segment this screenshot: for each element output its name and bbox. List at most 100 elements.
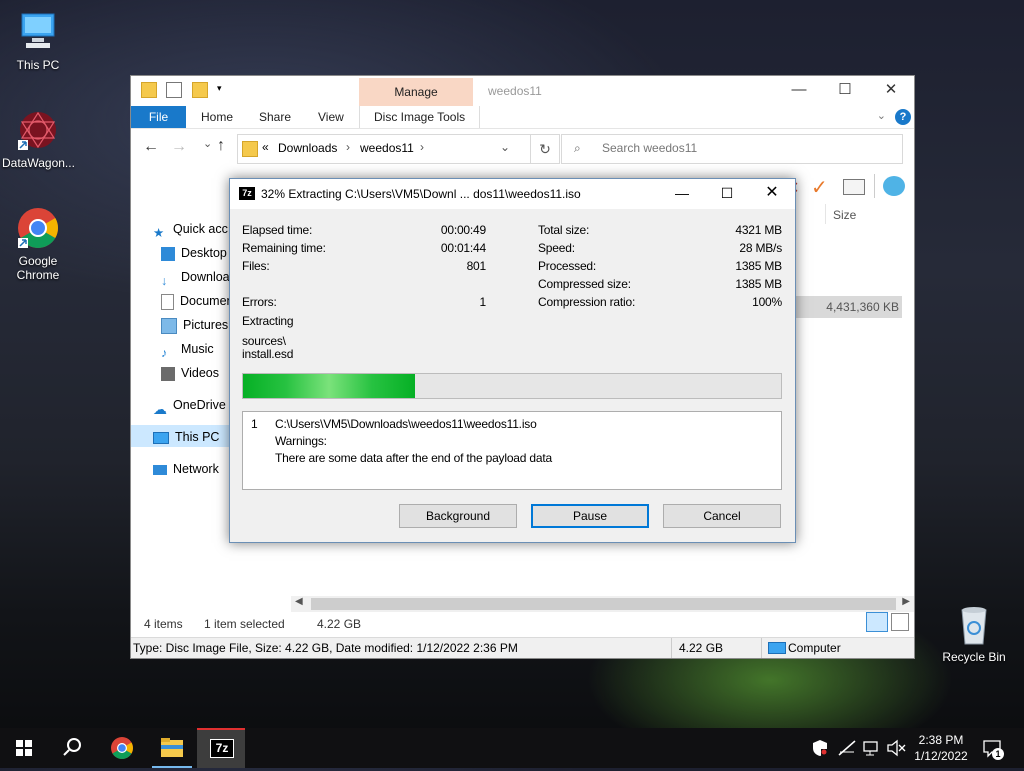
nav-this-pc[interactable]: This PC: [153, 427, 233, 447]
breadcrumb-overflow[interactable]: «: [262, 140, 269, 154]
pause-button[interactable]: Pause: [531, 504, 649, 528]
tab-disc-image-tools[interactable]: Disc Image Tools: [359, 106, 481, 128]
nav-onedrive[interactable]: ☁ OneDrive: [153, 395, 233, 415]
nav-network[interactable]: Network: [153, 459, 233, 479]
breadcrumb-weedos11[interactable]: weedos11: [360, 141, 414, 155]
dialog-title-bar: 7z 32% Extracting C:\Users\VM5\Downl ...…: [230, 179, 795, 209]
search-input[interactable]: ⌕ Search weedos11: [561, 134, 903, 164]
taskbar-file-explorer[interactable]: [148, 728, 196, 768]
minimize-icon[interactable]: —: [776, 76, 822, 106]
errors-value: 1: [479, 295, 487, 309]
address-bar[interactable]: « Downloads › weedos11 › ⌄: [237, 134, 531, 164]
up-arrow-icon[interactable]: ↑: [217, 137, 225, 155]
windows-icon: [16, 740, 32, 756]
minimize-icon[interactable]: —: [660, 179, 704, 209]
forward-arrow-icon[interactable]: →: [171, 138, 187, 156]
desktop-icon-datawagon[interactable]: DataWagon...: [2, 108, 75, 170]
taskbar-7zip[interactable]: 7z: [197, 728, 245, 768]
taskbar: 7z 2:38 PM 1/12/2022 1: [0, 728, 1024, 768]
total-size-value: 4321 MB: [735, 223, 782, 237]
status-divider: [761, 638, 762, 658]
taskbar-chrome[interactable]: [98, 728, 146, 768]
properties-icon[interactable]: [166, 82, 183, 98]
extracting-label: Extracting: [242, 314, 294, 328]
maximize-icon[interactable]: ☐: [705, 179, 749, 209]
details-view-icon[interactable]: [866, 612, 888, 632]
notification-center-icon[interactable]: 1: [982, 738, 1004, 760]
nav-documents[interactable]: Documents: [161, 291, 229, 311]
chrome-icon: [16, 206, 60, 250]
search-icon: [63, 738, 81, 756]
desktop-icon-this-pc[interactable]: This PC: [2, 10, 74, 72]
scrollbar-thumb[interactable]: [311, 598, 896, 610]
desktop-icon-label: DataWagon...: [2, 156, 75, 170]
tab-file[interactable]: File: [131, 106, 186, 128]
volume-muted-icon[interactable]: [886, 739, 906, 757]
clock[interactable]: 2:38 PM 1/12/2022: [910, 732, 972, 764]
document-icon: [161, 293, 174, 310]
speed-label: Speed:: [538, 241, 575, 255]
desktop-icon-recycle-bin[interactable]: Recycle Bin: [938, 602, 1010, 664]
desktop-icon-label: Recycle Bin: [942, 650, 1006, 664]
close-icon[interactable]: ✕: [868, 76, 914, 106]
file-details: Type: Disc Image File, Size: 4.22 GB, Da…: [133, 641, 518, 655]
scroll-right-icon[interactable]: ▶: [902, 596, 910, 607]
cancel-button[interactable]: Cancel: [663, 504, 781, 528]
clock-date: 1/12/2022: [914, 749, 968, 763]
nav-quick-access[interactable]: ★Quick access: [153, 219, 228, 239]
breadcrumb-downloads[interactable]: Downloads: [278, 141, 337, 155]
network-disconnected-icon[interactable]: [838, 740, 856, 756]
desktop-icon-chrome[interactable]: Google Chrome: [2, 206, 74, 282]
desktop-folder-icon: [161, 246, 175, 261]
nav-music[interactable]: ♪ Music: [161, 339, 229, 359]
help-icon[interactable]: ?: [895, 109, 911, 125]
tab-home[interactable]: Home: [201, 106, 233, 128]
compression-ratio-value: 100%: [752, 295, 782, 309]
scroll-left-icon[interactable]: ◀: [295, 596, 303, 607]
computer-icon: [153, 431, 169, 444]
recent-locations-icon[interactable]: ⌄: [203, 137, 212, 150]
message-warning-text: There are some data after the end of the…: [275, 451, 552, 465]
chevron-down-icon[interactable]: ⌄: [500, 140, 510, 154]
ribbon-expand-icon[interactable]: ⌄: [877, 109, 886, 122]
clock-time: 2:38 PM: [918, 733, 964, 747]
horizontal-scrollbar[interactable]: ◀ ▶: [291, 596, 914, 612]
maximize-icon[interactable]: ☐: [822, 76, 868, 106]
desktop-icon-label: This PC: [16, 58, 60, 72]
tab-share[interactable]: Share: [259, 106, 291, 128]
files-label: Files:: [242, 259, 270, 273]
quick-access-toolbar: ▾: [141, 82, 231, 100]
nav-videos[interactable]: Videos: [161, 363, 229, 383]
message-index: 1: [251, 417, 258, 431]
dialog-title: 32% Extracting C:\Users\VM5\Downl ... do…: [261, 187, 581, 201]
background-button[interactable]: Background: [399, 504, 517, 528]
column-header-size[interactable]: Size: [833, 208, 856, 222]
check-icon[interactable]: ✓: [811, 175, 828, 200]
messages-list[interactable]: 1 C:\Users\VM5\Downloads\weedos11\weedos…: [242, 411, 782, 490]
window-title: weedos11: [488, 84, 542, 98]
large-icons-view-icon[interactable]: [891, 613, 909, 631]
navigation-bar: ← → ⌄ ↑ « Downloads › weedos11 › ⌄ ↻ ⌕ S…: [131, 132, 914, 166]
processed-label: Processed:: [538, 259, 597, 273]
security-shield-icon[interactable]: [812, 739, 828, 757]
tab-view[interactable]: View: [318, 106, 344, 128]
chevron-down-icon[interactable]: ▾: [217, 83, 225, 97]
new-folder-icon[interactable]: [191, 82, 208, 98]
folder-icon[interactable]: [141, 82, 157, 98]
search-button[interactable]: [48, 728, 96, 768]
nav-desktop[interactable]: Desktop: [161, 243, 229, 263]
close-icon[interactable]: ✕: [750, 179, 794, 209]
remaining-label: Remaining time:: [242, 241, 326, 255]
search-icon: ⌕: [574, 141, 581, 155]
tab-manage[interactable]: Manage: [359, 78, 473, 106]
disc-icon[interactable]: [883, 176, 905, 196]
rename-icon[interactable]: [843, 179, 865, 195]
display-network-icon[interactable]: [862, 739, 880, 757]
nav-pictures[interactable]: Pictures: [161, 315, 229, 335]
file-size: 4.22 GB: [679, 641, 724, 655]
start-button[interactable]: [0, 728, 48, 768]
back-arrow-icon[interactable]: ←: [143, 138, 159, 156]
music-icon: ♪: [161, 345, 168, 359]
refresh-icon[interactable]: ↻: [530, 134, 560, 164]
nav-downloads[interactable]: ↓Downloads: [161, 267, 229, 287]
